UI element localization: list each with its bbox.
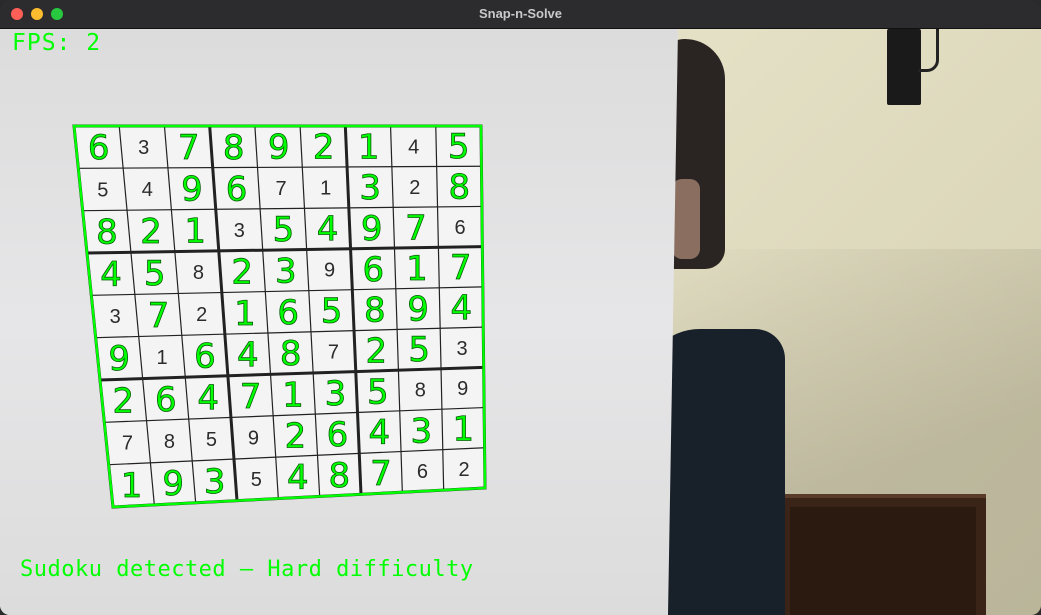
given-digit: 6 [454, 217, 465, 239]
solved-digit: 9 [361, 209, 383, 249]
given-digit: 5 [206, 429, 217, 451]
detection-status: Sudoku detected — Hard difficulty [20, 557, 474, 582]
solved-digit: 1 [453, 410, 475, 450]
solved-digit: 6 [362, 250, 384, 290]
solved-digit: 2 [285, 417, 307, 457]
given-digit: 9 [324, 260, 335, 282]
furniture-inner [790, 507, 976, 615]
solved-digit: 4 [369, 413, 391, 453]
solved-digit: 9 [268, 128, 290, 168]
given-digit: 7 [276, 178, 287, 200]
solved-digit: 3 [275, 251, 297, 291]
solved-digit: 1 [184, 211, 206, 251]
sudoku-overlay: 6378921455496713288213549764582396173721… [0, 29, 680, 615]
solved-digit: 8 [280, 334, 302, 374]
solved-digit: 2 [313, 128, 335, 168]
solved-digit: 8 [364, 291, 386, 331]
solved-digit: 3 [411, 411, 433, 451]
given-digit: 2 [458, 459, 469, 481]
given-digit: 2 [409, 177, 420, 199]
solved-digit: 7 [240, 377, 262, 417]
solved-digit: 3 [204, 462, 226, 502]
camera-feed: 6378921455496713288213549764582396173721… [0, 29, 1041, 615]
solved-digit: 5 [144, 254, 166, 294]
solved-digit: 4 [287, 458, 309, 498]
solved-digit: 9 [407, 290, 429, 330]
fps-counter: FPS: 2 [12, 30, 102, 56]
solved-digit: 6 [226, 169, 248, 209]
sudoku-grid: 6 3 7 8 9 2 1 4 55 4 9 6 7 1 3 2 88 2 1 3 5 4 9 7 64 5 8 2 3 9 6 1 73 7 2 1… [72, 124, 487, 509]
window-title: Snap-n-Solve [478, 6, 563, 21]
solved-digit: 9 [181, 170, 203, 210]
given-digit: 6 [417, 461, 428, 483]
solved-digit: 5 [408, 330, 430, 370]
solved-digit: 1 [406, 249, 428, 289]
solved-digit: 2 [231, 252, 253, 292]
solved-digit: 1 [121, 466, 143, 506]
given-digit: 3 [110, 306, 121, 328]
solved-digit: 8 [329, 456, 351, 496]
solved-digit: 4 [237, 335, 259, 375]
given-digit: 8 [415, 380, 426, 402]
solved-digit: 2 [140, 212, 162, 252]
solved-digit: 6 [155, 380, 177, 420]
solved-digit: 9 [162, 464, 184, 504]
given-digit: 8 [164, 431, 175, 453]
given-digit: 4 [142, 179, 153, 201]
solved-digit: 2 [366, 331, 388, 371]
solved-digit: 3 [359, 168, 381, 208]
given-digit: 3 [456, 338, 467, 360]
given-digit: 7 [328, 342, 339, 364]
solved-digit: 4 [451, 289, 473, 329]
solved-digit: 4 [317, 210, 339, 250]
solved-digit: 7 [370, 454, 392, 494]
wall-cable [918, 29, 939, 72]
solved-digit: 1 [234, 294, 256, 334]
solved-digit: 6 [194, 337, 216, 377]
solved-digit: 6 [327, 415, 349, 455]
given-digit: 7 [122, 433, 133, 455]
given-digit: 5 [251, 469, 262, 491]
given-digit: 9 [248, 427, 259, 449]
title-bar: Snap-n-Solve [0, 0, 1041, 29]
solved-digit: 3 [325, 374, 347, 414]
solved-digit: 1 [282, 375, 304, 415]
given-digit: 3 [234, 220, 245, 242]
solved-digit: 4 [100, 255, 122, 295]
given-digit: 1 [320, 178, 331, 200]
solved-digit: 5 [321, 292, 343, 332]
wall-fixture [887, 29, 921, 105]
solved-digit: 8 [449, 168, 471, 208]
solved-digit: 5 [273, 210, 295, 250]
solved-digit: 6 [88, 128, 110, 168]
solved-digit: 7 [450, 248, 472, 288]
solved-digit: 8 [223, 128, 245, 168]
solved-digit: 6 [277, 293, 299, 333]
solved-digit: 7 [148, 296, 170, 336]
solved-digit: 2 [113, 381, 135, 421]
given-digit: 2 [196, 304, 207, 326]
given-digit: 3 [138, 137, 149, 159]
solved-digit: 8 [96, 213, 118, 253]
given-digit: 8 [193, 262, 204, 284]
given-digit: 9 [457, 378, 468, 400]
solved-digit: 5 [367, 372, 389, 412]
given-digit: 5 [97, 179, 108, 201]
solved-digit: 4 [197, 378, 219, 418]
given-digit: 1 [157, 347, 168, 369]
app-window: Snap-n-Solve 637892145549671328821354976… [0, 0, 1041, 615]
solved-digit: 7 [405, 208, 427, 248]
given-digit: 4 [408, 136, 419, 158]
solved-digit: 9 [108, 339, 130, 379]
solved-digit: 1 [358, 127, 380, 167]
solved-digit: 7 [178, 128, 200, 168]
solved-digit: 5 [448, 127, 470, 167]
